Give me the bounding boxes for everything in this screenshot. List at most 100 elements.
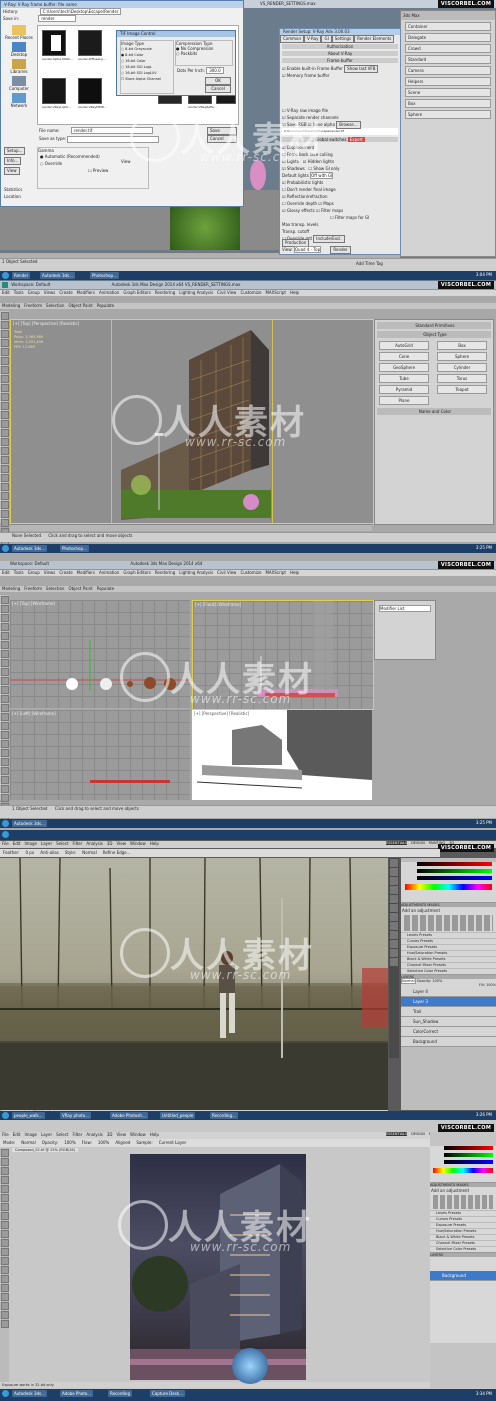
ribbon-tab[interactable]: Freeform [24,303,42,309]
option-field[interactable]: 0 px [25,850,34,855]
menu-item[interactable]: Views [44,570,56,576]
ps-canvas[interactable] [0,858,388,1110]
command-item[interactable]: Sphere [405,110,491,119]
viewport-perspective[interactable]: [+] [Perspective] [Realistic] [192,710,372,800]
comp-packbits-radio[interactable]: ○ Packbits [176,51,232,56]
history-path[interactable]: C:\Users\tech\Desktop\Escape\Render [39,8,122,15]
tab-gi[interactable]: GI [321,35,332,43]
menu-item[interactable]: Image [24,841,37,847]
taskbar-item[interactable]: Untitled_people [160,1112,196,1119]
menu-item[interactable]: Help [290,570,299,576]
taskbar-item[interactable]: VRay photo... [60,1112,91,1119]
menu-item[interactable]: Rendering [155,570,175,576]
file-item[interactable]: render.DiffuseLg… [78,30,106,61]
start-button[interactable] [2,1112,9,1119]
menu-item[interactable]: Edit [2,290,10,296]
shadows-label[interactable]: Shadows [287,166,305,171]
prob-lights-label[interactable]: Probabilistic lights [287,180,323,185]
color-slider-r[interactable] [444,1146,493,1150]
taskbar-item[interactable]: Recording... [210,1112,238,1119]
menu-item[interactable]: Window [130,1132,146,1138]
menu-item[interactable]: Lighting Analysis [179,290,213,296]
ribbon-tab[interactable]: Object Paint [68,303,92,309]
menu-item[interactable]: Graph Editors [123,290,150,296]
taskbar-item[interactable]: Autodesk 3ds... [12,545,47,552]
show-last-vfb-button[interactable]: Show last VFB [344,65,379,73]
menu-item[interactable]: Select [56,1132,68,1138]
tab-adjustments[interactable]: ADJUSTMENTS [401,903,426,907]
ribbon-tab[interactable]: Object Paint [68,586,92,592]
menu-item[interactable]: File [2,1132,9,1138]
workspace-button[interactable]: 3D [449,841,454,845]
start-button[interactable] [2,820,9,827]
ribbon-tab[interactable]: Modeling [2,586,20,592]
workspace-button[interactable]: PAINTING [429,841,445,845]
menu-item[interactable]: Tools [14,290,24,296]
taskbar-item[interactable]: Adobe Photosh... [110,1112,148,1119]
view-select[interactable]: Quad 4 - Top [293,246,322,253]
maps-label[interactable]: Maps [323,201,334,206]
menu-item[interactable]: Views [44,290,56,296]
option-field[interactable]: Mode: [3,1140,15,1145]
menu-item[interactable]: Lighting Analysis [179,570,213,576]
menu-item[interactable]: MAXScript [265,290,286,296]
menu-item[interactable]: View [117,841,127,847]
final-render[interactable] [130,1154,306,1380]
menu-item[interactable]: Analysis [86,841,102,847]
menu-item[interactable]: Civil View [217,570,236,576]
spectrum-bar[interactable] [405,884,492,890]
menu-item[interactable]: Create [59,290,72,296]
layer-row[interactable]: Layer 3 [401,997,496,1007]
layer-row[interactable]: Layer 4 [401,987,496,997]
option-field[interactable]: Current Layer [159,1140,186,1145]
option-field[interactable]: Refine Edge... [103,850,131,855]
modifier-list[interactable]: Modifier List [379,605,431,612]
menu-item[interactable]: File [2,841,9,847]
menu-item[interactable]: 3D [107,841,113,847]
start-button[interactable] [2,272,9,279]
command-item[interactable]: Box [405,99,491,108]
file-item[interactable]: render.Alpha.0000… [42,30,73,61]
taskbar-item[interactable]: Autodesk 3ds... [12,1390,47,1397]
rollout-authorization[interactable]: Authorization [282,44,398,49]
view-button[interactable]: View [4,167,20,175]
menu-item[interactable]: Help [150,1132,159,1138]
object-type-button[interactable]: Torus [437,374,487,383]
menu-item[interactable]: Filter [72,1132,82,1138]
menu-item[interactable]: Window [130,841,146,847]
option-field[interactable]: Aligned [115,1140,130,1145]
setup-button[interactable]: Setup... [4,147,26,155]
color-slider-b[interactable] [417,876,492,880]
color-slider-g[interactable] [444,1153,493,1157]
rollout-about[interactable]: About V-Ray [282,51,398,56]
menu-item[interactable]: Edit [2,570,10,576]
preset-item[interactable]: Selective Color Presets [430,1246,496,1252]
preview-checkbox[interactable]: ☐ Preview [38,167,148,174]
object-type-button[interactable]: Sphere [437,352,487,361]
dont-render-checkbox[interactable]: ☐ Don't render final image [280,186,400,193]
layer-row[interactable]: Background [430,1271,496,1281]
filter-gi-label[interactable]: Filter maps for GI [335,215,369,220]
option-field[interactable]: Style: [65,850,76,855]
taskbar-item[interactable]: Autodesk 3ds... [12,820,47,827]
object-type-button[interactable]: Teapot [437,385,487,394]
option-field[interactable]: Feather: [3,850,19,855]
taskbar-item[interactable]: Adobe Photo... [60,1390,94,1397]
rollout-header[interactable]: Name and Color [377,408,491,415]
layer-row[interactable]: Background [401,1037,496,1047]
menu-item[interactable]: Animation [99,570,119,576]
memory-fb-checkbox[interactable]: ☑ Memory frame buffer [280,72,400,79]
opacity-field[interactable]: Opacity: 100% [417,979,443,983]
menu-item[interactable]: Tools [14,570,24,576]
add-time-tag[interactable]: Add Time Tag [356,261,383,266]
option-field[interactable]: Flow: [82,1140,92,1145]
command-item[interactable]: Crowd [405,44,491,53]
tab-vray[interactable]: V-Ray [304,35,322,43]
menu-item[interactable]: Edit [13,1132,21,1138]
taskbar-item[interactable]: people_walk... [12,1112,45,1119]
menu-item[interactable]: Help [150,841,159,847]
color-slider-g[interactable] [417,869,492,873]
tif-ok-button[interactable]: OK [205,77,231,85]
menu-item[interactable]: Customize [240,290,261,296]
menu-item[interactable]: Edit [13,841,21,847]
